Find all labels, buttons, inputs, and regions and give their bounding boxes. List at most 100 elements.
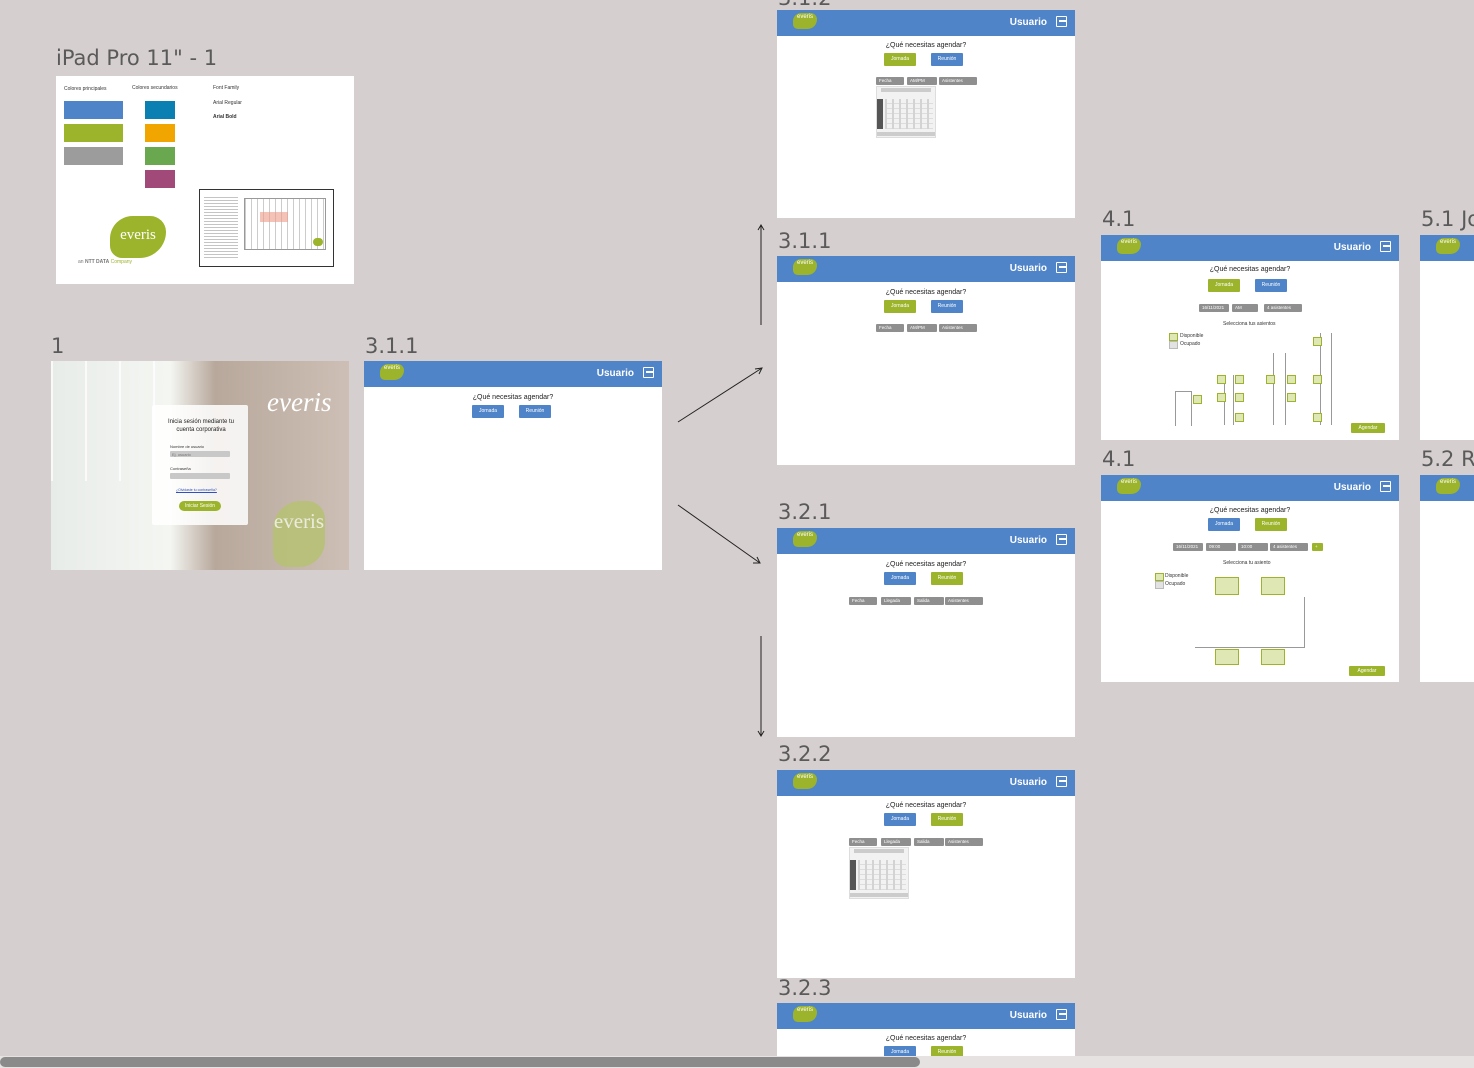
calendar-grid[interactable] [858, 860, 906, 890]
frame-321[interactable]: everis Usuario ¿Qué necesitas agendar? J… [777, 528, 1075, 737]
reunion-button[interactable]: Reunión [1255, 518, 1287, 531]
frame-label-311b: 3.1.1 [778, 229, 832, 253]
agendar-button[interactable]: Agendar [1349, 666, 1385, 676]
fecha-select[interactable]: Fecha [876, 77, 904, 85]
logout-icon[interactable] [1056, 534, 1067, 545]
asistentes-chip[interactable]: 4 asistentes [1270, 543, 1308, 551]
add-chip-button[interactable]: + [1312, 543, 1323, 551]
meeting-room-map[interactable] [1195, 575, 1307, 667]
logout-icon[interactable] [1056, 776, 1067, 787]
seat[interactable] [1215, 577, 1239, 595]
fecha-select[interactable]: Fecha [849, 597, 877, 605]
date-chip[interactable]: 16/11/2021 [1173, 543, 1203, 551]
calendar-grid[interactable] [885, 99, 933, 129]
header-logo: everis [793, 259, 817, 275]
app-header: everis Usuario [1101, 235, 1399, 261]
end-time-chip[interactable]: 10:00 [1238, 543, 1268, 551]
jornada-button[interactable]: Jornada [1208, 518, 1240, 531]
app-header: everis [1420, 235, 1474, 261]
reunion-button[interactable]: Reunión [931, 572, 963, 585]
fecha-select[interactable]: Fecha [876, 324, 904, 332]
user-label[interactable]: Usuario [1010, 777, 1047, 788]
seat[interactable] [1313, 375, 1322, 384]
frame-label-321: 3.2.1 [778, 500, 832, 524]
logout-icon[interactable] [1380, 241, 1391, 252]
asistentes-select[interactable]: Asistentes [939, 324, 977, 332]
frame-322[interactable]: everis Usuario ¿Qué necesitas agendar? J… [777, 770, 1075, 978]
question-title: ¿Qué necesitas agendar? [1209, 507, 1291, 514]
seat[interactable] [1313, 337, 1322, 346]
select-seat-title: Selecciona tu asiento [1223, 560, 1271, 566]
reunion-button[interactable]: Reunión [931, 53, 963, 66]
frame-label-41b: 4.1 [1102, 447, 1136, 471]
legend-occupied-swatch [1155, 581, 1164, 589]
user-label[interactable]: Usuario [1010, 1010, 1047, 1021]
reunion-button[interactable]: Reunión [931, 300, 963, 313]
logout-icon[interactable] [1380, 481, 1391, 492]
reunion-button[interactable]: Reunión [1255, 279, 1287, 292]
header-logo: everis [1436, 478, 1460, 494]
ampm-select[interactable]: AM/PM [907, 77, 937, 85]
seat-map[interactable] [1167, 331, 1333, 431]
frame-label-312: 3.1.2 [778, 0, 831, 10]
asistentes-select[interactable]: Asistentes [939, 77, 977, 85]
seat[interactable] [1261, 649, 1285, 665]
seat[interactable] [1217, 375, 1226, 384]
user-label[interactable]: Usuario [1010, 263, 1047, 274]
calendar-popup[interactable] [876, 86, 936, 138]
app-header: everis [1420, 475, 1474, 501]
logout-icon[interactable] [1056, 1009, 1067, 1020]
seat[interactable] [1193, 395, 1202, 404]
jornada-button[interactable]: Jornada [884, 53, 916, 66]
asistentes-select[interactable]: Asistentes [945, 597, 983, 605]
frame-52[interactable]: everis [1420, 475, 1474, 682]
calendar-popup[interactable] [849, 847, 909, 899]
question-title: ¿Qué necesitas agendar? [885, 289, 967, 296]
frame-41b[interactable]: everis Usuario ¿Qué necesitas agendar? J… [1101, 475, 1399, 682]
seat[interactable] [1313, 413, 1322, 422]
salida-select[interactable]: Salida [914, 597, 944, 605]
seat[interactable] [1261, 577, 1285, 595]
seat[interactable] [1287, 393, 1296, 402]
user-label[interactable]: Usuario [1334, 242, 1371, 253]
seat[interactable] [1235, 393, 1244, 402]
jornada-button[interactable]: Jornada [1208, 279, 1240, 292]
logout-icon[interactable] [1056, 16, 1067, 27]
fecha-select[interactable]: Fecha [849, 838, 877, 846]
date-chip[interactable]: 16/11/2021 [1199, 304, 1229, 312]
user-label[interactable]: Usuario [1010, 17, 1047, 28]
frame-51[interactable]: everis [1420, 235, 1474, 440]
jornada-button[interactable]: Jornada [884, 300, 916, 313]
frame-41a[interactable]: everis Usuario ¿Qué necesitas agendar? J… [1101, 235, 1399, 440]
seat[interactable] [1287, 375, 1296, 384]
seat[interactable] [1217, 393, 1226, 402]
seat[interactable] [1235, 375, 1244, 384]
frame-311b[interactable]: everis Usuario ¿Qué necesitas agendar? J… [777, 256, 1075, 465]
salida-select[interactable]: Salida [914, 838, 944, 846]
app-header: everis Usuario [777, 770, 1075, 796]
jornada-button[interactable]: Jornada [884, 813, 916, 826]
scrollbar-thumb[interactable] [0, 1057, 920, 1067]
header-logo: everis [1117, 238, 1141, 254]
question-title: ¿Qué necesitas agendar? [885, 42, 967, 49]
llegada-select[interactable]: Llegada [881, 838, 911, 846]
user-label[interactable]: Usuario [1334, 482, 1371, 493]
legend-occupied: Ocupado [1165, 581, 1186, 587]
seat[interactable] [1235, 413, 1244, 422]
asistentes-select[interactable]: Asistentes [945, 838, 983, 846]
reunion-button[interactable]: Reunión [931, 813, 963, 826]
llegada-select[interactable]: Llegada [881, 597, 911, 605]
seat[interactable] [1266, 375, 1275, 384]
logout-icon[interactable] [1056, 262, 1067, 273]
ampm-select[interactable]: AM/PM [907, 324, 937, 332]
seat[interactable] [1215, 649, 1239, 665]
frame-label-41a: 4.1 [1102, 207, 1136, 231]
ampm-chip[interactable]: AM [1232, 304, 1258, 312]
frame-312[interactable]: everis Usuario ¿Qué necesitas agendar? J… [777, 10, 1075, 218]
asistentes-chip[interactable]: 4 asistentes [1264, 304, 1302, 312]
app-header: everis Usuario [777, 528, 1075, 554]
start-time-chip[interactable]: 09:00 [1206, 543, 1236, 551]
jornada-button[interactable]: Jornada [884, 572, 916, 585]
user-label[interactable]: Usuario [1010, 535, 1047, 546]
agendar-button[interactable]: Agendar [1351, 423, 1385, 433]
